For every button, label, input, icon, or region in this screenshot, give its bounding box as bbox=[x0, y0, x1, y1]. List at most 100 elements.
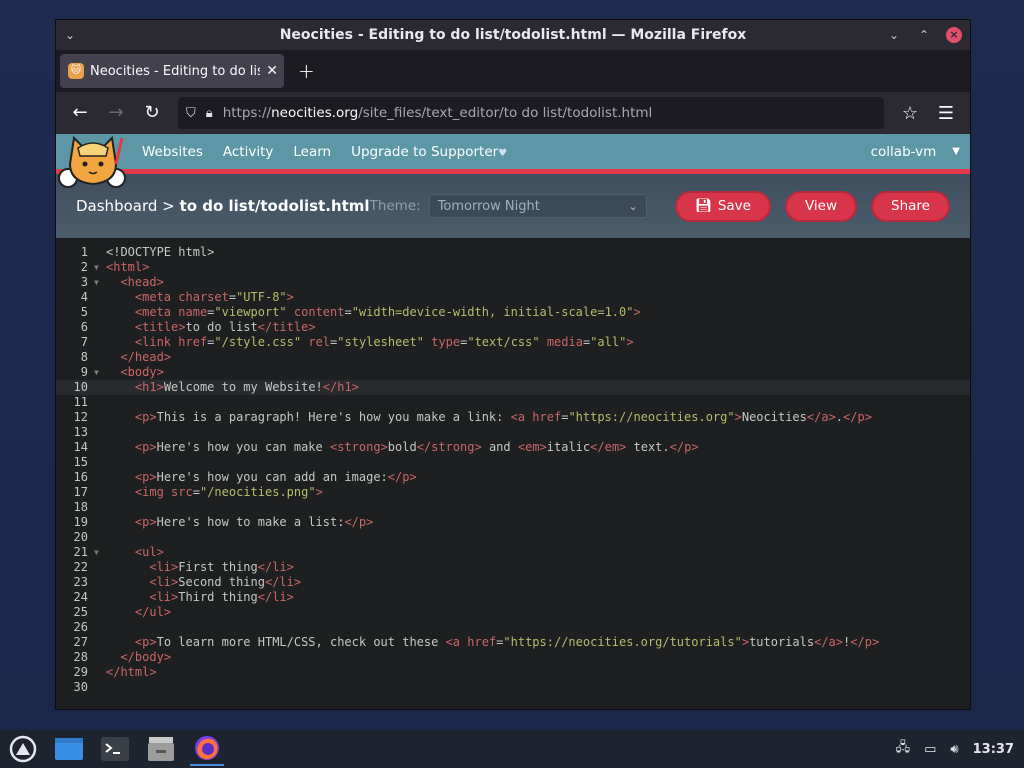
url-bar[interactable]: ⛉ 🔒︎ https://neocities.org/site_files/te… bbox=[178, 97, 884, 129]
code-line[interactable]: 23 <li>Second thing</li> bbox=[56, 575, 970, 590]
code-line[interactable]: 12 <p>This is a paragraph! Here's how yo… bbox=[56, 410, 970, 425]
hamburger-menu-icon[interactable]: ☰ bbox=[930, 103, 962, 124]
code-line[interactable]: 28 </body> bbox=[56, 650, 970, 665]
save-button-label: Save bbox=[717, 198, 751, 214]
code-line[interactable]: 10 <h1>Welcome to my Website!</h1> bbox=[56, 380, 970, 395]
code-line[interactable]: 15 bbox=[56, 455, 970, 470]
fold-gutter bbox=[90, 485, 106, 500]
fold-gutter bbox=[90, 515, 106, 530]
tab-neocities[interactable]: 🐱 Neocities - Editing to do list/t ✕ bbox=[60, 54, 284, 88]
bookmark-star-icon[interactable]: ☆ bbox=[894, 103, 926, 124]
tab-label: Neocities - Editing to do list/t bbox=[90, 63, 261, 79]
tracking-protection-icon[interactable]: ⛉ bbox=[186, 106, 196, 121]
code-line[interactable]: 21 ▼ <ul> bbox=[56, 545, 970, 560]
code-line[interactable]: 3 ▼ <head> bbox=[56, 275, 970, 290]
code-editor[interactable]: 1 <!DOCTYPE html> 2 ▼ <html> 3 ▼ <head> 4 <meta… bbox=[56, 239, 970, 709]
user-menu-label[interactable]: collab-vm bbox=[871, 144, 937, 160]
line-number: 19 bbox=[73, 515, 88, 529]
code-line[interactable]: 6 <title>to do list</title> bbox=[56, 320, 970, 335]
line-number: 22 bbox=[73, 560, 88, 574]
code-line-text: <body> bbox=[120, 365, 164, 379]
firefox-icon[interactable] bbox=[190, 732, 224, 766]
code-line[interactable]: 25 </ul> bbox=[56, 605, 970, 620]
line-number: 17 bbox=[73, 485, 88, 499]
nav-upgrade[interactable]: Upgrade to Supporter♥ bbox=[351, 144, 507, 160]
fold-gutter bbox=[90, 470, 106, 485]
code-line[interactable]: 27 <p>To learn more HTML/CSS, check out … bbox=[56, 635, 970, 650]
code-line[interactable]: 19 <p>Here's how to make a list:</p> bbox=[56, 515, 970, 530]
code-line[interactable]: 9 ▼ <body> bbox=[56, 365, 970, 380]
fold-gutter bbox=[90, 320, 106, 335]
minimize-icon[interactable]: ⌄ bbox=[886, 27, 902, 43]
title-bar[interactable]: ⌄ Neocities - Editing to do list/todolis… bbox=[56, 20, 970, 50]
nav-websites[interactable]: Websites bbox=[142, 144, 203, 160]
terminal-icon[interactable] bbox=[98, 732, 132, 766]
start-menu-icon[interactable] bbox=[6, 732, 40, 766]
lock-icon[interactable]: 🔒︎ bbox=[206, 106, 213, 121]
theme-select[interactable]: Tomorrow Night ⌄ bbox=[428, 194, 647, 218]
close-window-icon[interactable]: × bbox=[946, 27, 962, 43]
display-icon[interactable]: ▭ bbox=[924, 742, 936, 757]
url-text[interactable]: https://neocities.org/site_files/text_ed… bbox=[223, 105, 653, 121]
network-icon[interactable]: 🖧︎ bbox=[896, 738, 911, 760]
forward-icon[interactable]: → bbox=[100, 97, 132, 129]
new-tab-icon[interactable]: + bbox=[298, 59, 315, 83]
code-line[interactable]: 17 <img src="/neocities.png"> bbox=[56, 485, 970, 500]
neocities-header: Websites Activity Learn Upgrade to Suppo… bbox=[56, 134, 970, 188]
breadcrumb-dashboard[interactable]: Dashboard bbox=[76, 197, 157, 215]
fold-gutter bbox=[90, 455, 106, 470]
volume-icon[interactable]: 🔊︎ bbox=[950, 742, 958, 757]
url-prefix: https:// bbox=[222, 105, 272, 121]
neocities-favicon-icon: 🐱 bbox=[68, 63, 84, 79]
code-line[interactable]: 7 <link href="/style.css" rel="styleshee… bbox=[56, 335, 970, 350]
code-line[interactable]: 2 ▼ <html> bbox=[56, 260, 970, 275]
save-button[interactable]: 💾︎ Save bbox=[674, 190, 771, 222]
fold-arrow-icon[interactable]: ▼ bbox=[90, 260, 106, 275]
nav-activity[interactable]: Activity bbox=[223, 144, 274, 160]
code-line[interactable]: 4 <meta charset="UTF-8"> bbox=[56, 290, 970, 305]
line-number: 15 bbox=[73, 455, 88, 469]
line-number: 11 bbox=[73, 395, 88, 409]
file-manager-icon[interactable] bbox=[144, 732, 178, 766]
editor-toolbar: Dashboard > to do list/todolist.html The… bbox=[56, 174, 970, 238]
code-line[interactable]: 22 <li>First thing</li> bbox=[56, 560, 970, 575]
code-line[interactable]: 5 <meta name="viewport" content="width=d… bbox=[56, 305, 970, 320]
maximize-icon[interactable]: ⌃ bbox=[916, 27, 932, 43]
theme-select-value: Tomorrow Night bbox=[437, 198, 540, 214]
user-menu-dropdown-icon[interactable]: ▼ bbox=[952, 146, 960, 157]
desktop-folder-icon[interactable] bbox=[52, 732, 86, 766]
code-line[interactable]: 11 bbox=[56, 395, 970, 410]
fold-arrow-icon[interactable]: ▼ bbox=[90, 365, 106, 380]
fold-arrow-icon[interactable]: ▼ bbox=[90, 545, 106, 560]
code-line-text: <ul> bbox=[134, 545, 164, 559]
code-line-text: <meta charset="UTF-8"> bbox=[134, 290, 294, 304]
code-line[interactable]: 8 </head> bbox=[56, 350, 970, 365]
code-line[interactable]: 1 <!DOCTYPE html> bbox=[56, 245, 970, 260]
clock[interactable]: 13:37 bbox=[973, 742, 1014, 757]
code-line[interactable]: 30 bbox=[56, 680, 970, 695]
code-line-text: <h1>Welcome to my Website!</h1> bbox=[134, 380, 359, 394]
code-line[interactable]: 18 bbox=[56, 500, 970, 515]
code-line[interactable]: 20 bbox=[56, 530, 970, 545]
fold-gutter bbox=[90, 620, 106, 635]
fold-gutter bbox=[90, 395, 106, 410]
fold-gutter bbox=[90, 410, 106, 425]
share-button[interactable]: Share bbox=[871, 190, 950, 222]
view-button[interactable]: View bbox=[784, 190, 858, 222]
nav-learn[interactable]: Learn bbox=[293, 144, 331, 160]
reload-icon[interactable]: ↻ bbox=[136, 97, 168, 129]
line-number: 26 bbox=[73, 620, 88, 634]
taskbar: 🖧︎ ▭ 🔊︎ 13:37 bbox=[0, 730, 1024, 768]
fold-arrow-icon[interactable]: ▼ bbox=[90, 275, 106, 290]
code-line[interactable]: 24 <li>Third thing</li> bbox=[56, 590, 970, 605]
back-icon[interactable]: ← bbox=[64, 97, 96, 129]
neocities-logo-icon[interactable] bbox=[56, 134, 130, 190]
window-menu-icon[interactable]: ⌄ bbox=[56, 28, 84, 42]
line-number: 27 bbox=[73, 635, 88, 649]
code-line[interactable]: 13 bbox=[56, 425, 970, 440]
code-line[interactable]: 16 <p>Here's how you can add an image:</… bbox=[56, 470, 970, 485]
code-line[interactable]: 14 <p>Here's how you can make <strong>bo… bbox=[56, 440, 970, 455]
code-line[interactable]: 26 bbox=[56, 620, 970, 635]
tab-close-icon[interactable]: ✕ bbox=[266, 63, 278, 79]
code-line[interactable]: 29 </html> bbox=[56, 665, 970, 680]
